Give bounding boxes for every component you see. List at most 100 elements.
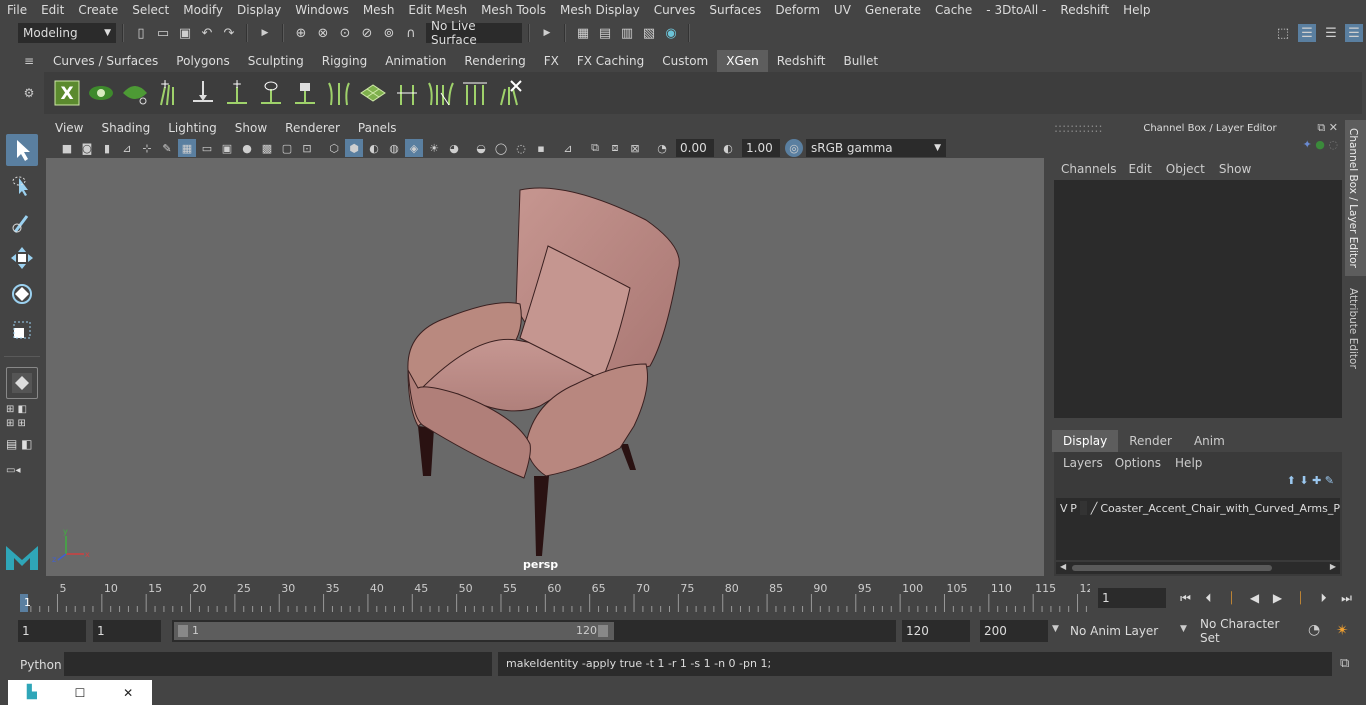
move-layer-down-icon[interactable]: ⬇: [1299, 474, 1308, 487]
render-frame-icon[interactable]: ▦: [574, 24, 592, 42]
gamma-field[interactable]: 1.00: [742, 139, 780, 157]
workspace-2-icon[interactable]: ☰: [1298, 24, 1316, 42]
color-management-icon[interactable]: ◎: [785, 139, 803, 157]
gate-mask-icon[interactable]: ●: [238, 139, 256, 157]
menu-modify[interactable]: Modify: [176, 3, 230, 17]
command-input[interactable]: [64, 652, 492, 676]
close-icon[interactable]: ✕: [1329, 121, 1338, 134]
side-tab-attribute-editor[interactable]: Attribute Editor: [1345, 284, 1366, 380]
tab-redshift[interactable]: Redshift: [768, 50, 835, 72]
xgen-leaf-icon[interactable]: [121, 78, 149, 108]
workspace-3-icon[interactable]: ☰: [1322, 24, 1340, 42]
xgen-lock-guide-icon[interactable]: [291, 78, 319, 108]
bookmark-icon[interactable]: ▮: [98, 139, 116, 157]
layer-type-toggle[interactable]: [1079, 501, 1087, 515]
perspective-viewport[interactable]: x y z persp: [46, 158, 1044, 576]
xgen-visibility-icon[interactable]: [87, 78, 115, 108]
chevron-down-icon[interactable]: ▼: [1180, 624, 1187, 634]
scale-tool-icon[interactable]: [6, 314, 38, 346]
menu-mesh[interactable]: Mesh: [356, 3, 402, 17]
resolution-gate-icon[interactable]: ▣: [218, 139, 236, 157]
tab-fx[interactable]: FX: [535, 50, 568, 72]
viewport-menu-renderer[interactable]: Renderer: [276, 121, 349, 135]
menu-3dtoall[interactable]: - 3DtoAll -: [979, 3, 1053, 17]
undo-icon[interactable]: ↶: [198, 24, 216, 42]
depth-of-field-icon[interactable]: ◯: [492, 139, 510, 157]
xgen-editor-icon[interactable]: X: [53, 78, 81, 108]
snap-grid-icon[interactable]: ⊕: [292, 24, 310, 42]
float-panel-icon[interactable]: ⧉: [1317, 121, 1325, 134]
range-bar-fill[interactable]: [174, 622, 614, 640]
gamma-icon[interactable]: ◐: [719, 139, 737, 157]
tab-animation[interactable]: Animation: [376, 50, 455, 72]
menu-help[interactable]: Help: [1116, 3, 1157, 17]
isolate-select-icon[interactable]: ⊿: [559, 139, 577, 157]
new-scene-icon[interactable]: ▯: [132, 24, 150, 42]
go-to-start-icon[interactable]: ⏮: [1174, 591, 1197, 606]
tab-sculpting[interactable]: Sculpting: [239, 50, 313, 72]
shelf-menu-icon[interactable]: ≡: [18, 54, 40, 68]
snap-magnet-icon[interactable]: ∩: [402, 24, 420, 42]
snap-curve-icon[interactable]: ⊗: [314, 24, 332, 42]
menu-edit[interactable]: Edit: [34, 3, 71, 17]
tab-fx-caching[interactable]: FX Caching: [568, 50, 653, 72]
menu-create[interactable]: Create: [71, 3, 125, 17]
channels-show-menu[interactable]: Show: [1212, 162, 1258, 176]
workspace-1-icon[interactable]: ⬚: [1274, 24, 1292, 42]
backface-culling-icon[interactable]: ⊠: [626, 139, 644, 157]
drag-handle[interactable]: ::::::::::::: [1054, 121, 1103, 135]
channels-menu[interactable]: Channels: [1056, 162, 1122, 176]
grease-pencil-icon[interactable]: ✎: [158, 139, 176, 157]
collapse-arrow-icon[interactable]: ▶: [256, 24, 274, 42]
range-bar[interactable]: 1 120: [172, 620, 896, 642]
channel-icon-1[interactable]: ✦: [1303, 138, 1312, 151]
xgen-surface-icon[interactable]: [359, 78, 387, 108]
chevron-down-icon[interactable]: ▼: [1052, 624, 1059, 634]
camera-attributes-icon[interactable]: ◙: [78, 139, 96, 157]
menu-uv[interactable]: UV: [827, 3, 858, 17]
collapse-arrow-icon[interactable]: ▶: [538, 24, 556, 42]
play-backwards-icon[interactable]: ◀: [1243, 591, 1266, 605]
snap-point-icon[interactable]: ⊙: [336, 24, 354, 42]
tab-rigging[interactable]: Rigging: [313, 50, 376, 72]
two-d-pan-icon[interactable]: ⊹: [138, 139, 156, 157]
new-layer-icon[interactable]: ✚: [1312, 474, 1321, 487]
layer-row[interactable]: V P ╱ Coaster_Accent_Chair_with_Curved_A…: [1056, 498, 1340, 518]
xgen-guide-add-icon[interactable]: +: [155, 78, 183, 108]
color-space-dropdown[interactable]: sRGB gamma ▼: [806, 139, 946, 157]
move-layer-up-icon[interactable]: ⬆: [1287, 474, 1296, 487]
menu-display[interactable]: Display: [230, 3, 288, 17]
select-tool-icon[interactable]: [6, 134, 38, 166]
xgen-guides-icon[interactable]: [325, 78, 353, 108]
menu-deform[interactable]: Deform: [768, 3, 827, 17]
shelf-settings-icon[interactable]: ⚙: [18, 86, 40, 100]
xgen-bend-guide-icon[interactable]: [427, 78, 455, 108]
scroll-thumb[interactable]: [1072, 565, 1272, 571]
outliner-layout-icon[interactable]: ▤ ◧: [6, 437, 38, 461]
scroll-left-icon[interactable]: ◀: [1060, 562, 1066, 571]
current-frame-field[interactable]: 1: [1098, 588, 1166, 608]
grid-toggle-icon[interactable]: ▦: [178, 139, 196, 157]
camera-select-icon[interactable]: ■: [58, 139, 76, 157]
menu-cache[interactable]: Cache: [928, 3, 979, 17]
film-gate-icon[interactable]: ▭: [198, 139, 216, 157]
layer-help-menu[interactable]: Help: [1168, 456, 1209, 470]
use-all-lights-icon[interactable]: ◈: [405, 139, 423, 157]
animation-start-field[interactable]: 1: [18, 620, 86, 642]
lasso-tool-icon[interactable]: [6, 170, 38, 202]
rotate-tool-icon[interactable]: [6, 278, 38, 310]
scroll-right-icon[interactable]: ▶: [1330, 562, 1336, 571]
playback-start-field[interactable]: 1: [93, 620, 161, 642]
channel-icon-2[interactable]: ●: [1315, 138, 1325, 151]
exposure-field[interactable]: 0.00: [676, 139, 714, 157]
layer-playback-toggle[interactable]: P: [1070, 502, 1080, 515]
viewport-menu-show[interactable]: Show: [226, 121, 276, 135]
options-menu[interactable]: Options: [1108, 456, 1168, 470]
snap-surface-icon[interactable]: ⊚: [380, 24, 398, 42]
xgen-scale-guide-icon[interactable]: [393, 78, 421, 108]
tab-curves-surfaces[interactable]: Curves / Surfaces: [44, 50, 167, 72]
menu-mesh-tools[interactable]: Mesh Tools: [474, 3, 553, 17]
tab-polygons[interactable]: Polygons: [167, 50, 238, 72]
new-layer-selected-icon[interactable]: ✎: [1325, 474, 1334, 487]
redo-icon[interactable]: ↷: [220, 24, 238, 42]
